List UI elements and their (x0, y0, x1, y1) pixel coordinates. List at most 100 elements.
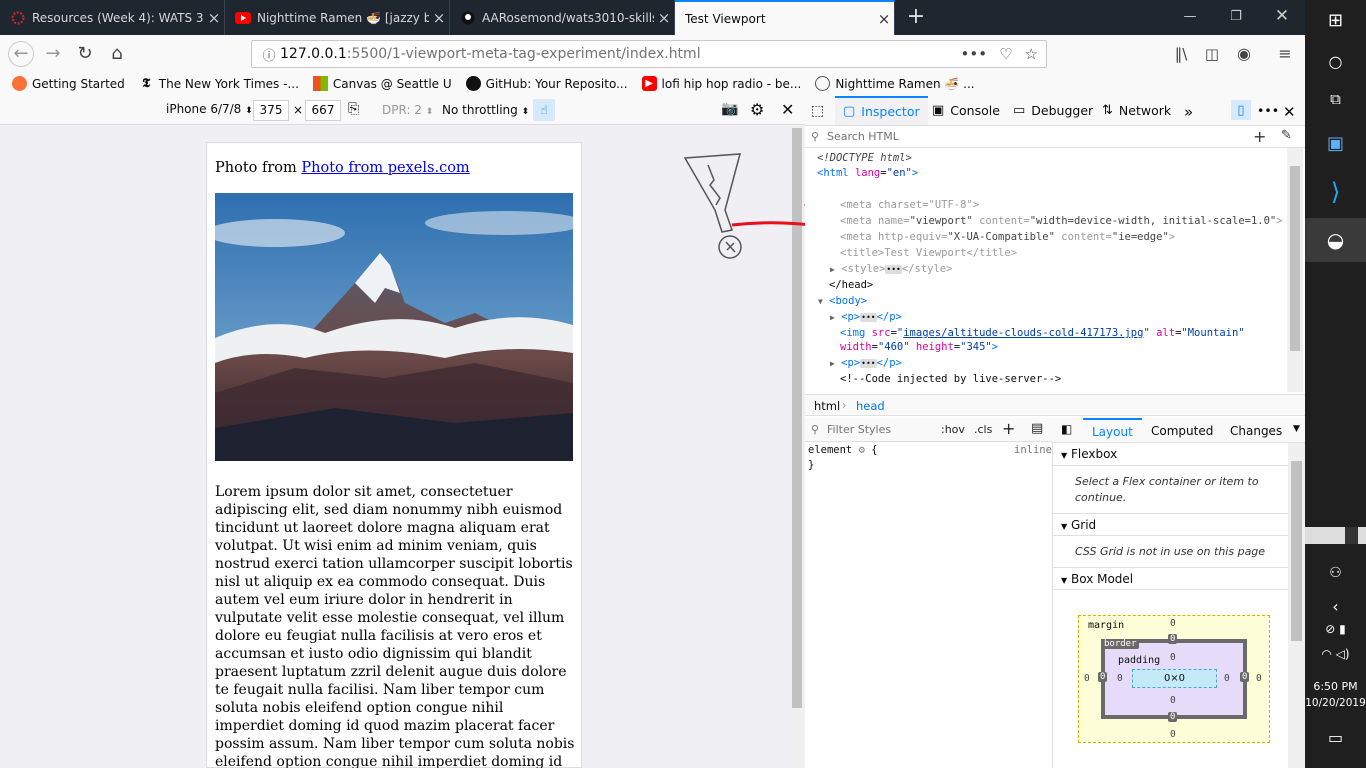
close-tab-icon[interactable]: × (654, 9, 674, 27)
padding-right-value[interactable]: 0 (1224, 673, 1230, 684)
tab-inspector[interactable]: ▢ Inspector (835, 96, 928, 125)
network-status-icon[interactable]: ⊘ ▮ (1305, 622, 1366, 636)
tab-github[interactable]: AARosemond/wats3010-skills- × (450, 0, 675, 35)
show-hidden-icons[interactable]: ‹ (1305, 597, 1366, 616)
windows-start-icon[interactable]: ⊞ (1305, 10, 1366, 31)
tab-test-viewport[interactable]: Test Viewport × (675, 0, 895, 35)
element-picker-icon[interactable]: ⬚ (811, 103, 824, 119)
border-top-value[interactable]: 0 (1168, 634, 1178, 644)
border-right-value[interactable]: 0 (1240, 672, 1250, 682)
sidebar-icon[interactable]: ◫ (1200, 42, 1224, 66)
tab-console[interactable]: ▣ Console (932, 103, 1000, 118)
close-tab-icon[interactable]: × (204, 9, 224, 27)
add-node-icon[interactable]: + (1253, 127, 1266, 146)
dpr-selector[interactable]: DPR: 2 ⬍ (382, 103, 433, 117)
tab-layout[interactable]: Layout (1083, 418, 1142, 443)
border-left-value[interactable]: 0 (1098, 672, 1108, 682)
title-node[interactable]: <title>Test Viewport</title> (840, 245, 1017, 261)
search-html-input[interactable]: Search HTML (827, 130, 899, 143)
markup-scrollbar[interactable] (1287, 148, 1303, 392)
more-tools-icon[interactable]: » (1184, 103, 1193, 121)
page-actions-icon[interactable]: ••• (961, 45, 988, 63)
meta-compat-node[interactable]: <meta http-equiv="X-UA-Compatible" conte… (840, 229, 1175, 245)
responsive-mode-icon[interactable]: ▯ (1231, 100, 1251, 120)
url-bar[interactable]: ⓘ 127.0.0.1:5500/1-viewport-meta-tag-exp… (251, 40, 1047, 68)
throttle-selector[interactable]: No throttling ⬍ (442, 103, 529, 117)
close-rdm-icon[interactable]: ✕ (781, 100, 794, 119)
menu-icon[interactable]: ≡ (1273, 42, 1297, 66)
more-tabs-icon[interactable]: ▼ (1293, 424, 1300, 434)
pexels-link[interactable]: Photo from pexels.com (301, 160, 469, 176)
touch-simulation-icon[interactable]: ☝ (533, 99, 555, 121)
taskbar-scroll[interactable] (1305, 527, 1366, 544)
margin-bottom-value[interactable]: 0 (1170, 729, 1176, 740)
close-window-button[interactable]: ✕ (1259, 0, 1305, 35)
rotate-icon[interactable]: ⎘ (348, 101, 359, 117)
comment-node[interactable]: <!--Code injected by live-server--> (840, 371, 1061, 387)
clock-time[interactable]: 6:50 PM (1305, 680, 1366, 693)
tab-debugger[interactable]: ▭ Debugger (1013, 103, 1093, 118)
reload-button[interactable]: ↻ (73, 42, 97, 66)
margin-top-value[interactable]: 0 (1170, 618, 1176, 629)
bookmark-star-icon[interactable]: ☆ (1025, 45, 1038, 63)
device-selector[interactable]: iPhone 6/7/8 ⬍ (166, 102, 253, 116)
meta-viewport-node[interactable]: <meta name="viewport" content="width=dev… (840, 213, 1283, 229)
meta-charset-node[interactable]: <meta charset="UTF-8"> (840, 197, 979, 213)
element-rule[interactable]: element ⚙ { (808, 444, 878, 456)
info-icon[interactable]: ⓘ (258, 45, 280, 64)
eyedropper-icon[interactable]: ✎ (1281, 128, 1292, 143)
tab-resources[interactable]: Resources (Week 4): WATS 3010 × (0, 0, 225, 35)
screenshot-icon[interactable]: 📷 (721, 101, 738, 117)
tab-computed[interactable]: Computed (1151, 424, 1213, 438)
padding-top-value[interactable]: 0 (1170, 652, 1176, 663)
cortana-icon[interactable]: ○ (1305, 52, 1366, 71)
margin-right-value[interactable]: 0 (1256, 673, 1262, 684)
doctype-node[interactable]: <!DOCTYPE html> (817, 150, 912, 166)
vscode-icon[interactable]: ⟩ (1305, 178, 1366, 206)
bookmark-nighttime-ramen[interactable]: Nighttime Ramen 🍜 ... (815, 76, 975, 91)
bookmark-github[interactable]: GitHub: Your Reposito... (465, 76, 628, 91)
bookmark-getting-started[interactable]: Getting Started (12, 76, 125, 91)
flexbox-section-header[interactable]: ▼ Flexbox (1053, 443, 1288, 466)
viewport-height-input[interactable]: 667 (305, 100, 341, 121)
breadcrumb-head[interactable]: head (856, 399, 885, 413)
tab-changes[interactable]: Changes (1230, 424, 1282, 438)
tab-nighttime-ramen[interactable]: Nighttime Ramen 🍜 [jazzy beats] × (225, 0, 450, 35)
home-button[interactable]: ⌂ (105, 42, 129, 66)
filter-styles-input[interactable]: Filter Styles (827, 423, 891, 436)
task-view-icon[interactable]: ⧉ (1305, 90, 1366, 108)
add-rule-icon[interactable]: + (1002, 419, 1015, 438)
pocket-icon[interactable]: ♡ (999, 45, 1012, 63)
bookmark-canvas[interactable]: Canvas @ Seattle U (312, 76, 452, 91)
firefox-dev-icon[interactable]: ◒ (1305, 218, 1366, 262)
style-node[interactable]: ▶ <style>•••</style> (830, 261, 952, 277)
close-devtools-icon[interactable]: ✕ (1283, 103, 1296, 121)
close-tab-icon[interactable]: × (429, 9, 449, 27)
breadcrumb-html[interactable]: html (814, 399, 840, 413)
body-node[interactable]: ▼ <body> (818, 293, 867, 309)
devtools-menu-icon[interactable]: ••• (1257, 103, 1279, 118)
people-icon[interactable]: ⚇ (1305, 565, 1366, 581)
settings-gear-icon[interactable]: ⚙ (750, 100, 764, 119)
action-center-icon[interactable]: ▭ (1305, 728, 1366, 747)
layout-scrollbar[interactable] (1288, 443, 1305, 768)
tab-network[interactable]: ⇅ Network (1102, 103, 1171, 118)
library-icon[interactable]: ‖\ (1169, 42, 1193, 66)
padding-left-value[interactable]: 0 (1117, 673, 1123, 684)
clock-date[interactable]: 10/20/2019 (1305, 697, 1366, 709)
close-tab-icon[interactable]: × (874, 10, 894, 28)
back-button[interactable]: ← (8, 41, 34, 67)
p-node[interactable]: ▶ <p>•••</p> (830, 309, 902, 325)
cls-toggle[interactable]: .cls (974, 423, 992, 436)
toggle-sidebar-icon[interactable]: ◧ (1061, 422, 1072, 436)
minimize-button[interactable]: — (1167, 0, 1213, 35)
bookmark-lofi[interactable]: ▶ lofi hip hop radio - be... (641, 76, 801, 91)
grid-section-header[interactable]: ▼ Grid (1053, 513, 1288, 536)
new-tab-button[interactable]: + (904, 0, 928, 35)
p-node-2[interactable]: ▶ <p>•••</p> (830, 355, 902, 371)
margin-left-value[interactable]: 0 (1084, 673, 1090, 684)
padding-bottom-value[interactable]: 0 (1170, 695, 1176, 706)
account-icon[interactable]: ◉ (1232, 42, 1256, 66)
viewport-width-input[interactable]: 375 (253, 100, 289, 121)
hov-toggle[interactable]: :hov (941, 423, 965, 436)
